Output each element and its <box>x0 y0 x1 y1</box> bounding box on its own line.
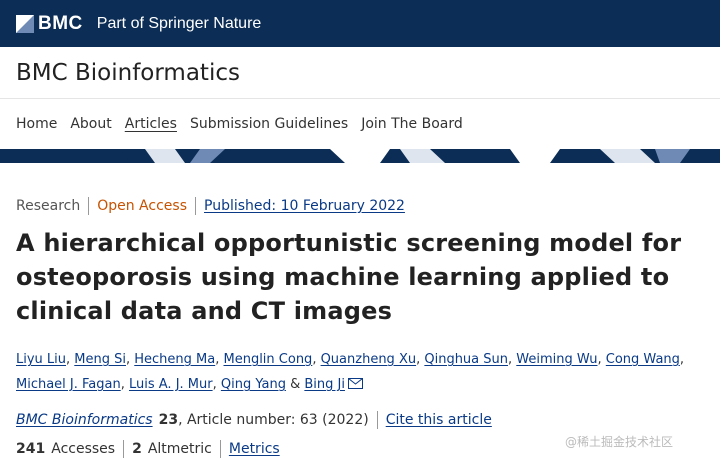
divider <box>219 440 221 458</box>
author-link[interactable]: Qing Yang <box>221 377 286 392</box>
bmc-logo-text: BMC <box>38 12 83 34</box>
altmetric-label: Altmetric <box>147 441 212 457</box>
open-access-badge: Open Access <box>97 198 187 214</box>
watermark: @稀土掘金技术社区 <box>565 435 674 449</box>
metrics-link[interactable]: Metrics <box>229 441 280 457</box>
author-separator: , <box>125 352 135 367</box>
nav-item-about[interactable]: About <box>70 116 111 132</box>
divider <box>376 411 378 429</box>
author-list: Liyu Liu, Meng Si, Hecheng Ma, Menglin C… <box>16 347 716 397</box>
author-link[interactable]: Cong Wang <box>606 352 680 367</box>
publisher-bar: BMC Part of Springer Nature <box>0 0 720 47</box>
citation-volume: 23 <box>158 412 179 428</box>
main-nav: Home About Articles Submission Guideline… <box>0 99 720 149</box>
divider <box>195 197 196 215</box>
springer-nature-link[interactable]: Part of Springer Nature <box>97 15 262 33</box>
author-separator: , <box>120 377 129 392</box>
accesses-label: Accesses <box>51 441 116 457</box>
article-title: A hierarchical opportunistic screening m… <box>16 229 682 325</box>
author-link[interactable]: Michael J. Fagan <box>16 377 121 392</box>
author-separator: , <box>312 352 321 367</box>
bmc-logo[interactable]: BMC <box>16 13 83 35</box>
author-link[interactable]: Weiming Wu <box>516 352 597 367</box>
author-link[interactable]: Luis A. J. Mur <box>129 377 213 392</box>
author-separator: , <box>597 352 606 367</box>
altmetric-count: 2 <box>132 441 142 457</box>
bmc-logo-icon <box>16 14 34 33</box>
nav-item-home[interactable]: Home <box>16 116 57 132</box>
citation-journal-link[interactable]: BMC Bioinformatics <box>16 412 153 428</box>
accesses-count: 241 <box>16 441 46 457</box>
author-link[interactable]: Bing Ji <box>304 377 345 392</box>
article-meta: Research Open Access Published: 10 Febru… <box>16 197 405 215</box>
nav-item-submission-guidelines[interactable]: Submission Guidelines <box>190 116 348 132</box>
author-link[interactable]: Qinghua Sun <box>424 352 508 367</box>
citation-line: BMC Bioinformatics 23 , Article number: … <box>16 411 492 429</box>
citation-details: , Article number: 63 (2022) <box>178 412 369 428</box>
author-link[interactable]: Quanzheng Xu <box>321 352 417 367</box>
email-icon[interactable] <box>347 378 363 389</box>
article-type: Research <box>16 198 81 214</box>
nav-item-join-the-board[interactable]: Join The Board <box>361 116 463 132</box>
divider <box>123 440 125 458</box>
journal-title[interactable]: BMC Bioinformatics <box>16 60 240 86</box>
author-separator: , <box>679 352 685 367</box>
article-metrics: 241 Accesses 2 Altmetric Metrics <box>16 440 280 458</box>
author-link[interactable]: Meng Si <box>74 352 126 367</box>
author-link[interactable]: Hecheng Ma <box>134 352 215 367</box>
author-link[interactable]: Liyu Liu <box>16 352 66 367</box>
journal-header: BMC Bioinformatics <box>0 47 720 99</box>
cite-this-article-link[interactable]: Cite this article <box>386 412 492 428</box>
published-date-link[interactable]: Published: 10 February 2022 <box>204 198 405 214</box>
author-separator: , <box>212 377 221 392</box>
divider <box>88 197 90 215</box>
author-link[interactable]: Menglin Cong <box>223 352 312 367</box>
decorative-banner <box>0 149 720 163</box>
nav-item-articles[interactable]: Articles <box>125 116 177 132</box>
author-separator: & <box>285 377 305 392</box>
